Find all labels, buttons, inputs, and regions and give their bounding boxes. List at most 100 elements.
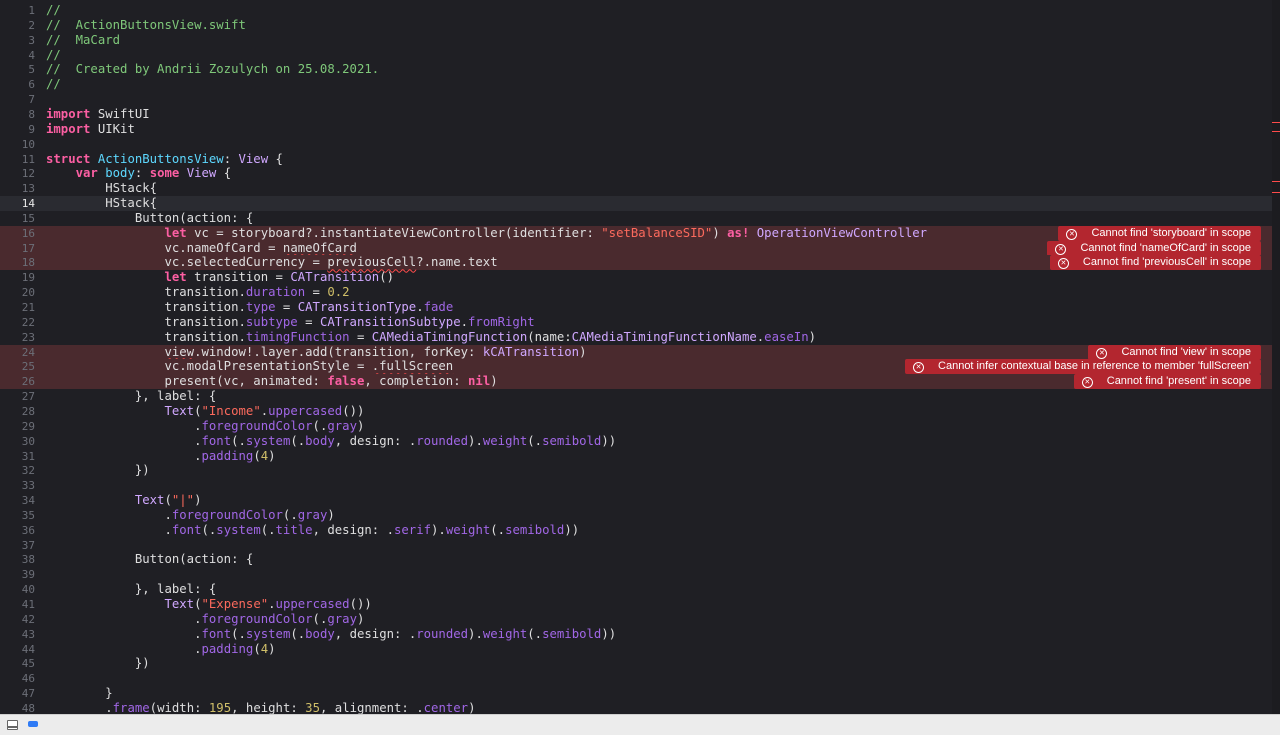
code-text[interactable]: .frame(width: 195, height: 35, alignment… [46, 701, 475, 714]
line-number[interactable]: 25 [0, 359, 35, 374]
code-line[interactable]: 45 }) [0, 656, 1272, 671]
line-number[interactable]: 29 [0, 419, 35, 434]
line-number[interactable]: 44 [0, 642, 35, 657]
code-text[interactable]: import SwiftUI [46, 107, 150, 122]
code-line[interactable]: 34 Text("|") [0, 493, 1272, 508]
code-line[interactable]: 15 Button(action: { [0, 211, 1272, 226]
code-text[interactable]: .foregroundColor(.gray) [46, 419, 364, 434]
line-number[interactable]: 28 [0, 404, 35, 419]
code-line[interactable]: 47 } [0, 686, 1272, 701]
code-line[interactable]: 38 Button(action: { [0, 552, 1272, 567]
code-text[interactable]: present(vc, animated: false, completion:… [46, 374, 497, 389]
code-text[interactable]: HStack{ [46, 196, 157, 211]
error-marker[interactable] [1272, 181, 1280, 182]
code-line[interactable]: 37 [0, 538, 1272, 553]
editor-scrollbar[interactable] [1272, 0, 1280, 714]
code-line[interactable]: 29 .foregroundColor(.gray) [0, 419, 1272, 434]
line-number[interactable]: 13 [0, 181, 35, 196]
code-line[interactable]: 36 .font(.system(.title, design: .serif)… [0, 523, 1272, 538]
line-number[interactable]: 17 [0, 241, 35, 256]
code-text[interactable]: HStack{ [46, 181, 157, 196]
line-number[interactable]: 30 [0, 434, 35, 449]
line-number[interactable]: 33 [0, 478, 35, 493]
code-text[interactable]: }) [46, 463, 150, 478]
code-line[interactable]: 28 Text("Income".uppercased()) [0, 404, 1272, 419]
line-number[interactable]: 45 [0, 656, 35, 671]
line-number[interactable]: 35 [0, 508, 35, 523]
line-number[interactable]: 21 [0, 300, 35, 315]
code-text[interactable]: .padding(4) [46, 642, 275, 657]
code-text[interactable]: } [46, 686, 112, 701]
line-number[interactable]: 14 [0, 196, 35, 211]
code-text[interactable]: .font(.system(.body, design: .rounded).w… [46, 627, 616, 642]
line-number[interactable]: 38 [0, 552, 35, 567]
code-line[interactable]: 30 .font(.system(.body, design: .rounded… [0, 434, 1272, 449]
line-number[interactable]: 1 [0, 3, 35, 18]
code-line-error[interactable]: 16 let vc = storyboard?.instantiateViewC… [0, 225, 1272, 241]
code-text[interactable]: view.window!.layer.add(transition, forKe… [46, 345, 586, 360]
code-line[interactable]: 33 [0, 478, 1272, 493]
code-text[interactable]: // [46, 3, 61, 18]
code-line[interactable]: 31 .padding(4) [0, 449, 1272, 464]
line-number[interactable]: 3 [0, 33, 35, 48]
console-toggle-icon[interactable] [7, 720, 18, 730]
code-line[interactable]: 2 // ActionButtonsView.swift [0, 18, 1272, 33]
code-text[interactable]: // [46, 77, 61, 92]
code-text[interactable]: // ActionButtonsView.swift [46, 18, 246, 33]
code-line[interactable]: 10 [0, 137, 1272, 152]
code-text[interactable]: vc.modalPresentationStyle = .fullScreen [46, 359, 453, 374]
code-line[interactable]: 39 [0, 567, 1272, 582]
code-line[interactable]: 44 .padding(4) [0, 642, 1272, 657]
code-text[interactable]: .font(.system(.title, design: .serif).we… [46, 523, 579, 538]
code-line[interactable]: 41 Text("Expense".uppercased()) [0, 597, 1272, 612]
line-number[interactable]: 26 [0, 374, 35, 389]
line-number[interactable]: 46 [0, 671, 35, 686]
code-text[interactable]: .padding(4) [46, 449, 275, 464]
line-number[interactable]: 27 [0, 389, 35, 404]
code-text[interactable]: var body: some View { [46, 166, 232, 181]
error-message[interactable]: ✕ Cannot find 'view' in scope [1088, 344, 1261, 360]
error-message[interactable]: ✕ Cannot find 'nameOfCard' in scope [1047, 240, 1261, 256]
error-message[interactable]: ✕ Cannot find 'present' in scope [1073, 374, 1261, 390]
code-line[interactable]: 11 struct ActionButtonsView: View { [0, 152, 1272, 167]
code-text[interactable]: vc.selectedCurrency = previousCell?.name… [46, 255, 497, 270]
code-text[interactable]: .font(.system(.body, design: .rounded).w… [46, 434, 616, 449]
code-text[interactable]: Button(action: { [46, 211, 253, 226]
code-line-error[interactable]: 17 vc.nameOfCard = nameOfCard ✕ Cannot fin… [0, 240, 1272, 256]
code-text[interactable]: Text("Income".uppercased()) [46, 404, 364, 419]
line-number[interactable]: 47 [0, 686, 35, 701]
line-number[interactable]: 32 [0, 463, 35, 478]
code-text[interactable]: import UIKit [46, 122, 135, 137]
error-message[interactable]: ✕ Cannot find 'previousCell' in scope [1049, 255, 1261, 271]
line-number[interactable]: 48 [0, 701, 35, 714]
code-line[interactable]: 7 [0, 92, 1272, 107]
code-text[interactable]: .foregroundColor(.gray) [46, 508, 334, 523]
error-message[interactable]: ✕ Cannot infer contextual base in referen… [905, 359, 1261, 375]
code-line[interactable]: 43 .font(.system(.body, design: .rounded… [0, 627, 1272, 642]
line-number[interactable]: 37 [0, 538, 35, 553]
line-number[interactable]: 19 [0, 270, 35, 285]
line-number[interactable]: 39 [0, 567, 35, 582]
code-text[interactable]: transition.duration = 0.2 [46, 285, 349, 300]
code-text[interactable]: transition.subtype = CATransitionSubtype… [46, 315, 534, 330]
code-text[interactable]: struct ActionButtonsView: View { [46, 152, 283, 167]
line-number[interactable]: 43 [0, 627, 35, 642]
line-number[interactable]: 22 [0, 315, 35, 330]
code-line[interactable]: 48 .frame(width: 195, height: 35, alignm… [0, 701, 1272, 714]
code-line[interactable]: 9 import UIKit [0, 122, 1272, 137]
debug-area-toggle-icon[interactable] [28, 721, 38, 727]
error-message[interactable]: ✕ Cannot find 'storyboard' in scope [1058, 225, 1261, 241]
code-text[interactable]: Button(action: { [46, 552, 253, 567]
code-line-error[interactable]: 18 vc.selectedCurrency = previousCell?.n… [0, 255, 1272, 271]
line-number[interactable]: 11 [0, 152, 35, 167]
code-line[interactable]: 21 transition.type = CATransitionType.fa… [0, 300, 1272, 315]
error-marker[interactable] [1272, 131, 1280, 132]
code-text[interactable]: Text("Expense".uppercased()) [46, 597, 371, 612]
code-line[interactable]: 20 transition.duration = 0.2 [0, 285, 1272, 300]
code-line[interactable]: 4 // [0, 48, 1272, 63]
line-number[interactable]: 9 [0, 122, 35, 137]
code-line[interactable]: 32 }) [0, 463, 1272, 478]
line-number[interactable]: 42 [0, 612, 35, 627]
code-text[interactable]: vc.nameOfCard = nameOfCard [46, 241, 357, 256]
line-number[interactable]: 23 [0, 330, 35, 345]
